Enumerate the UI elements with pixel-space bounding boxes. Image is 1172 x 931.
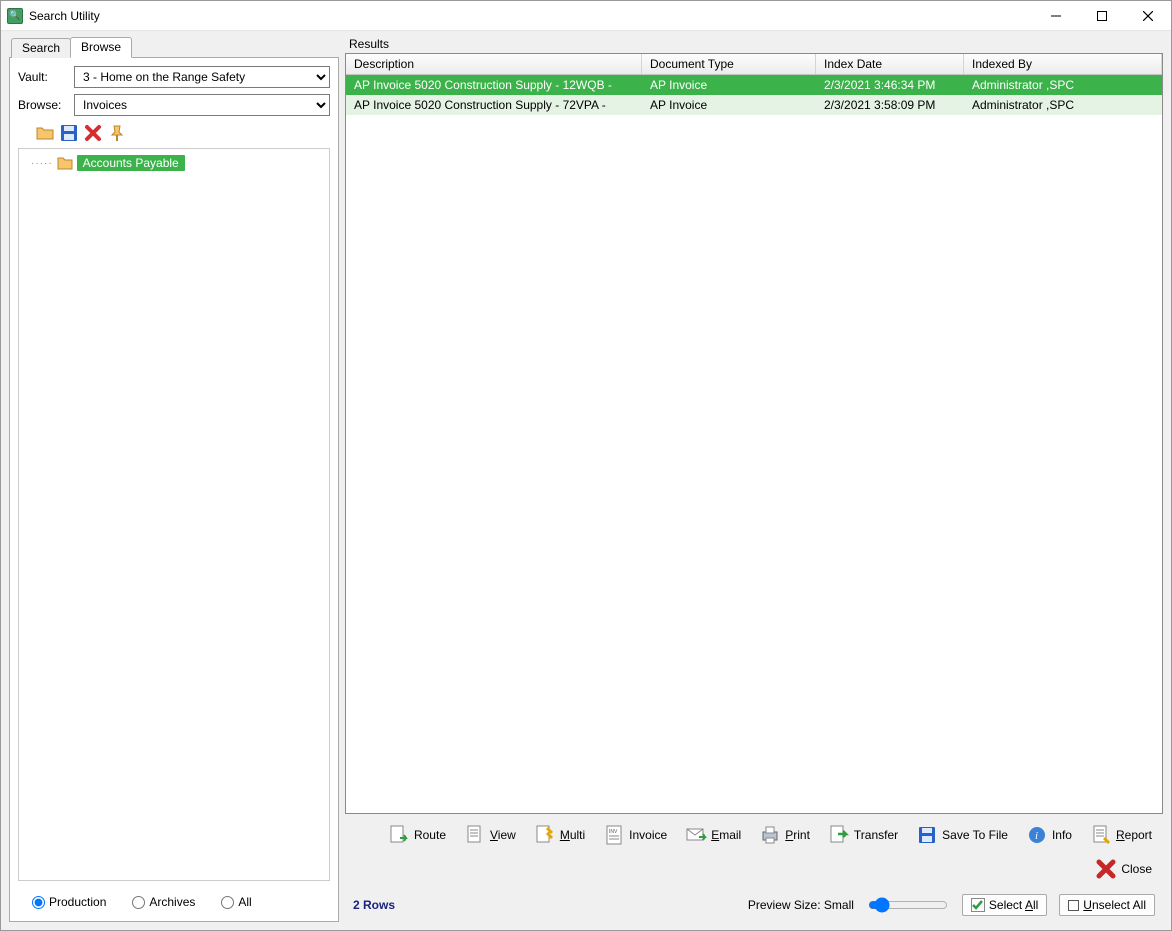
col-indexed-by[interactable]: Indexed By bbox=[964, 54, 1162, 74]
view-icon bbox=[464, 824, 486, 846]
browse-row: Browse: Invoices bbox=[18, 94, 330, 116]
scope-production[interactable]: Production bbox=[32, 895, 106, 909]
pin-icon[interactable] bbox=[108, 124, 126, 142]
cell-index-date: 2/3/2021 3:46:34 PM bbox=[816, 75, 964, 95]
maximize-button[interactable] bbox=[1079, 1, 1125, 31]
row-count-label: 2 Rows bbox=[353, 898, 395, 912]
browse-panel: Vault: 3 - Home on the Range Safety Brow… bbox=[9, 57, 339, 922]
cell-description: AP Invoice 5020 Construction Supply - 72… bbox=[346, 95, 642, 115]
scope-all[interactable]: All bbox=[221, 895, 251, 909]
col-description[interactable]: Description bbox=[346, 54, 642, 74]
unchecked-icon bbox=[1068, 900, 1079, 911]
view-button[interactable]: View bbox=[459, 820, 525, 850]
scope-production-label: Production bbox=[49, 895, 106, 909]
preview-size-label: Preview Size: Small bbox=[748, 898, 854, 912]
col-index-date[interactable]: Index Date bbox=[816, 54, 964, 74]
email-icon bbox=[685, 824, 707, 846]
scope-all-radio[interactable] bbox=[221, 896, 234, 909]
tab-strip: Search Browse bbox=[9, 37, 339, 57]
unselect-all-button[interactable]: Unselect All bbox=[1059, 894, 1155, 916]
save-to-file-button[interactable]: Save To File bbox=[911, 820, 1017, 850]
client-area: Search Browse Vault: 3 - Home on the Ran… bbox=[1, 31, 1171, 930]
scope-all-label: All bbox=[238, 895, 251, 909]
maximize-icon bbox=[1097, 11, 1107, 21]
save-icon[interactable] bbox=[60, 124, 78, 142]
results-grid: Description Document Type Index Date Ind… bbox=[345, 53, 1163, 814]
info-button[interactable]: i Info bbox=[1021, 820, 1081, 850]
cell-index-date: 2/3/2021 3:58:09 PM bbox=[816, 95, 964, 115]
invoice-icon: INV bbox=[603, 824, 625, 846]
scope-archives[interactable]: Archives bbox=[132, 895, 195, 909]
folder-icon bbox=[57, 156, 73, 170]
svg-text:i: i bbox=[1035, 830, 1038, 842]
cell-indexed-by: Administrator ,SPC bbox=[964, 95, 1162, 115]
results-label: Results bbox=[345, 37, 1163, 53]
print-button[interactable]: Print bbox=[754, 820, 819, 850]
report-button[interactable]: Report bbox=[1085, 820, 1161, 850]
tree-node-label: Accounts Payable bbox=[77, 155, 185, 171]
tab-search[interactable]: Search bbox=[11, 38, 71, 58]
print-icon bbox=[759, 824, 781, 846]
tab-browse[interactable]: Browse bbox=[70, 37, 132, 58]
scope-archives-radio[interactable] bbox=[132, 896, 145, 909]
vault-label: Vault: bbox=[18, 70, 68, 84]
action-bar: Route View Multi INV Invoice Email bbox=[345, 814, 1163, 888]
preview-size-slider[interactable] bbox=[868, 897, 948, 913]
svg-text:INV: INV bbox=[609, 829, 618, 835]
check-icon bbox=[971, 898, 985, 912]
minimize-button[interactable] bbox=[1033, 1, 1079, 31]
select-all-button[interactable]: Select All bbox=[962, 894, 1047, 916]
transfer-icon bbox=[828, 824, 850, 846]
titlebar: 🔍 Search Utility bbox=[1, 1, 1171, 31]
window-title: Search Utility bbox=[29, 9, 100, 23]
cell-doc-type: AP Invoice bbox=[642, 75, 816, 95]
tree-node-accounts-payable[interactable]: ····· Accounts Payable bbox=[23, 155, 325, 171]
tree-expander-icon: ····· bbox=[31, 158, 53, 169]
results-body[interactable]: AP Invoice 5020 Construction Supply - 12… bbox=[346, 75, 1162, 813]
scope-radios: Production Archives All bbox=[18, 881, 330, 913]
browse-select[interactable]: Invoices bbox=[74, 94, 330, 116]
open-folder-icon[interactable] bbox=[36, 124, 54, 142]
browse-toolbar bbox=[18, 122, 330, 148]
status-bar: 2 Rows Preview Size: Small Select All Un… bbox=[345, 888, 1163, 922]
browse-tree[interactable]: ····· Accounts Payable bbox=[18, 148, 330, 881]
report-icon bbox=[1090, 824, 1112, 846]
right-pane: Results Description Document Type Index … bbox=[345, 37, 1163, 922]
cell-description: AP Invoice 5020 Construction Supply - 12… bbox=[346, 75, 642, 95]
close-button[interactable]: Close bbox=[1090, 854, 1161, 884]
cell-doc-type: AP Invoice bbox=[642, 95, 816, 115]
table-row[interactable]: AP Invoice 5020 Construction Supply - 12… bbox=[346, 75, 1162, 95]
multi-icon bbox=[534, 824, 556, 846]
app-window: 🔍 Search Utility Search Browse Vault: 3 … bbox=[0, 0, 1172, 931]
scope-archives-label: Archives bbox=[149, 895, 195, 909]
app-icon: 🔍 bbox=[7, 8, 23, 24]
cell-indexed-by: Administrator ,SPC bbox=[964, 75, 1162, 95]
multi-button[interactable]: Multi bbox=[529, 820, 594, 850]
scope-production-radio[interactable] bbox=[32, 896, 45, 909]
left-pane: Search Browse Vault: 3 - Home on the Ran… bbox=[9, 37, 339, 922]
delete-icon[interactable] bbox=[84, 124, 102, 142]
close-action-icon bbox=[1095, 858, 1117, 880]
col-document-type[interactable]: Document Type bbox=[642, 54, 816, 74]
table-row[interactable]: AP Invoice 5020 Construction Supply - 72… bbox=[346, 95, 1162, 115]
minimize-icon bbox=[1051, 11, 1061, 21]
transfer-button[interactable]: Transfer bbox=[823, 820, 907, 850]
close-window-button[interactable] bbox=[1125, 1, 1171, 31]
route-button[interactable]: Route bbox=[383, 820, 455, 850]
vault-row: Vault: 3 - Home on the Range Safety bbox=[18, 66, 330, 88]
results-header-row: Description Document Type Index Date Ind… bbox=[346, 54, 1162, 75]
save-to-file-icon bbox=[916, 824, 938, 846]
vault-select[interactable]: 3 - Home on the Range Safety bbox=[74, 66, 330, 88]
invoice-button[interactable]: INV Invoice bbox=[598, 820, 676, 850]
email-button[interactable]: Email bbox=[680, 820, 750, 850]
browse-label: Browse: bbox=[18, 98, 68, 112]
route-icon bbox=[388, 824, 410, 846]
info-icon: i bbox=[1026, 824, 1048, 846]
close-icon bbox=[1143, 11, 1153, 21]
